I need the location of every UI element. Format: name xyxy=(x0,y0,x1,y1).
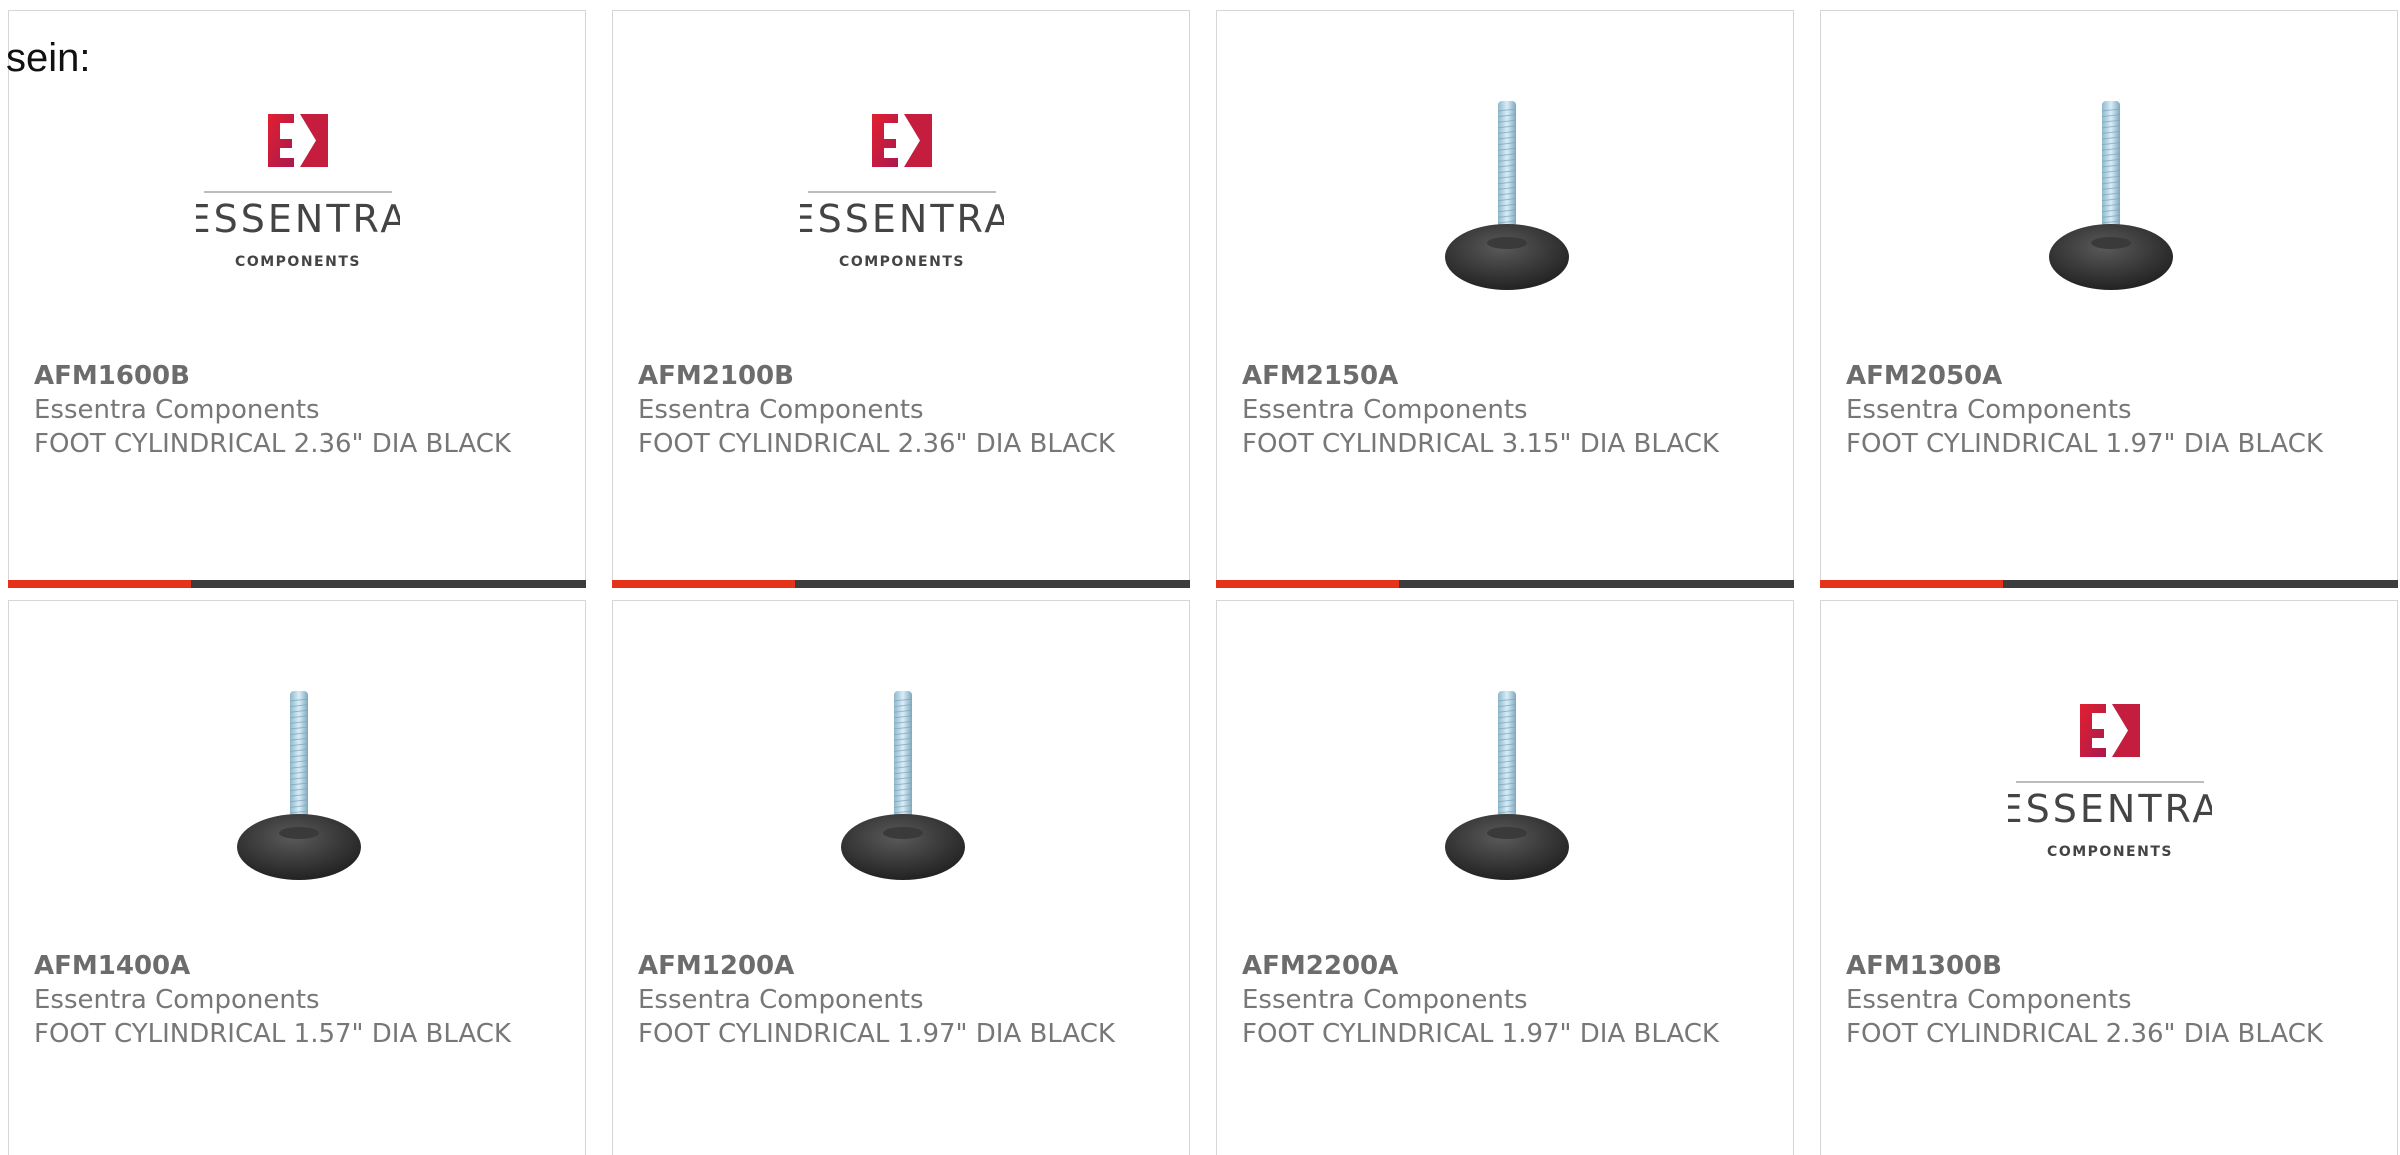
part-number: AFM2200A xyxy=(1242,951,1399,981)
product-info: AFM1300B Essentra Components FOOT CYLIND… xyxy=(1846,949,2377,1051)
description: FOOT CYLINDRICAL 1.57" DIA BLACK xyxy=(34,1019,511,1049)
logo-tagline: COMPONENTS xyxy=(839,254,965,270)
leveling-foot-image xyxy=(1445,101,1569,290)
part-number: AFM2100B xyxy=(638,361,794,391)
product-image: ESSENTRA COMPONENTS xyxy=(2008,687,2212,885)
product-info: AFM1400A Essentra Components FOOT CYLIND… xyxy=(34,949,565,1051)
product-info: AFM1200A Essentra Components FOOT CYLIND… xyxy=(638,949,1169,1051)
product-card[interactable]: AFM1400A Essentra Components FOOT CYLIND… xyxy=(8,600,586,1155)
manufacturer: Essentra Components xyxy=(34,395,320,425)
essentra-logo: ESSENTRA COMPONENTS xyxy=(196,114,400,270)
logo-wordmark: ESSENTRA xyxy=(2008,787,2212,831)
product-card[interactable]: AFM2050A Essentra Components FOOT CYLIND… xyxy=(1820,10,2398,588)
card-bar-accent xyxy=(612,580,795,588)
card-bar-accent xyxy=(8,580,191,588)
logo-wordmark: ESSENTRA xyxy=(800,197,1004,241)
product-image xyxy=(196,687,400,885)
manufacturer: Essentra Components xyxy=(638,985,924,1015)
product-grid-page: sein: ESSENTRA COMPONENTS AFM1600B Essen… xyxy=(0,0,2400,1155)
description: FOOT CYLINDRICAL 2.36" DIA BLACK xyxy=(1846,1019,2323,1049)
card-progress-bar xyxy=(612,580,1190,588)
description: FOOT CYLINDRICAL 2.36" DIA BLACK xyxy=(34,429,511,459)
product-card[interactable]: AFM2200A Essentra Components FOOT CYLIND… xyxy=(1216,600,1794,1155)
product-image: ESSENTRA COMPONENTS xyxy=(800,97,1004,295)
product-info: AFM2050A Essentra Components FOOT CYLIND… xyxy=(1846,359,2377,461)
card-bar-accent xyxy=(1820,580,2003,588)
product-card[interactable]: AFM2150A Essentra Components FOOT CYLIND… xyxy=(1216,10,1794,588)
leveling-foot-image xyxy=(237,691,361,880)
manufacturer: Essentra Components xyxy=(34,985,320,1015)
essentra-logo: ESSENTRA COMPONENTS xyxy=(2008,704,2212,860)
card-progress-bar xyxy=(1820,580,2398,588)
manufacturer: Essentra Components xyxy=(638,395,924,425)
essentra-logo: ESSENTRA COMPONENTS xyxy=(800,114,1004,270)
product-card[interactable]: ESSENTRA COMPONENTS AFM2100B Essentra Co… xyxy=(612,10,1190,588)
product-image xyxy=(800,687,1004,885)
product-info: AFM1600B Essentra Components FOOT CYLIND… xyxy=(34,359,565,461)
logo-tagline: COMPONENTS xyxy=(235,254,361,270)
product-image xyxy=(2008,97,2212,295)
description: FOOT CYLINDRICAL 1.97" DIA BLACK xyxy=(1242,1019,1719,1049)
manufacturer: Essentra Components xyxy=(1242,985,1528,1015)
part-number: AFM1400A xyxy=(34,951,191,981)
product-card[interactable]: AFM1200A Essentra Components FOOT CYLIND… xyxy=(612,600,1190,1155)
product-card[interactable]: ESSENTRA COMPONENTS AFM1600B Essentra Co… xyxy=(8,10,586,588)
manufacturer: Essentra Components xyxy=(1846,985,2132,1015)
leveling-foot-image xyxy=(2049,101,2173,290)
card-progress-bar xyxy=(8,580,586,588)
description: FOOT CYLINDRICAL 3.15" DIA BLACK xyxy=(1242,429,1719,459)
part-number: AFM2150A xyxy=(1242,361,1399,391)
product-image: ESSENTRA COMPONENTS xyxy=(196,97,400,295)
product-info: AFM2100B Essentra Components FOOT CYLIND… xyxy=(638,359,1169,461)
description: FOOT CYLINDRICAL 2.36" DIA BLACK xyxy=(638,429,1115,459)
product-image xyxy=(1404,97,1608,295)
description: FOOT CYLINDRICAL 1.97" DIA BLACK xyxy=(1846,429,2323,459)
product-info: AFM2150A Essentra Components FOOT CYLIND… xyxy=(1242,359,1773,461)
intro-text: sein: xyxy=(6,36,91,80)
leveling-foot-image xyxy=(1445,691,1569,880)
manufacturer: Essentra Components xyxy=(1846,395,2132,425)
leveling-foot-image xyxy=(841,691,965,880)
part-number: AFM1600B xyxy=(34,361,190,391)
product-card[interactable]: ESSENTRA COMPONENTS AFM1300B Essentra Co… xyxy=(1820,600,2398,1155)
card-progress-bar xyxy=(1216,580,1794,588)
product-info: AFM2200A Essentra Components FOOT CYLIND… xyxy=(1242,949,1773,1051)
logo-tagline: COMPONENTS xyxy=(2047,844,2173,860)
product-image xyxy=(1404,687,1608,885)
card-bar-accent xyxy=(1216,580,1399,588)
logo-wordmark: ESSENTRA xyxy=(196,197,400,241)
part-number: AFM2050A xyxy=(1846,361,2003,391)
part-number: AFM1300B xyxy=(1846,951,2002,981)
manufacturer: Essentra Components xyxy=(1242,395,1528,425)
part-number: AFM1200A xyxy=(638,951,795,981)
description: FOOT CYLINDRICAL 1.97" DIA BLACK xyxy=(638,1019,1115,1049)
